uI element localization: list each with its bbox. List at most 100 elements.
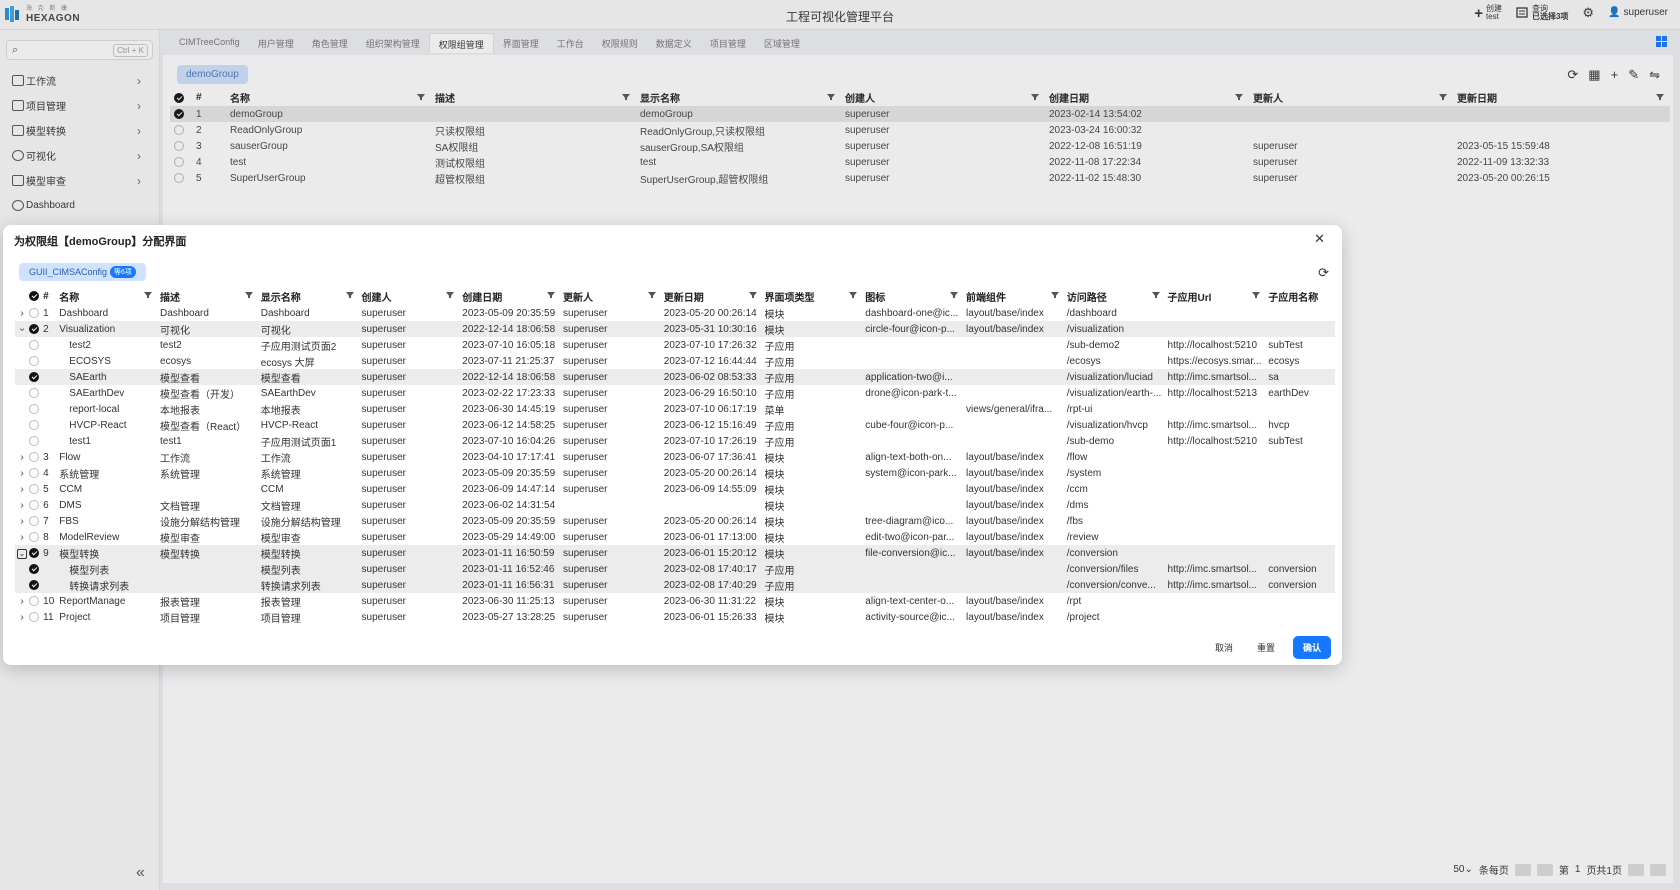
row-expand-toggle[interactable]: › bbox=[15, 449, 27, 465]
col-creator[interactable]: 创建人 bbox=[360, 288, 461, 305]
row-checkbox[interactable] bbox=[27, 609, 41, 625]
table-row[interactable]: › 2 Visualization 可视化 可视化 superuser 2022-12-14… bbox=[15, 321, 1335, 337]
row-checkbox[interactable] bbox=[27, 353, 41, 369]
cell-desc: 模型查看 bbox=[158, 369, 259, 385]
row-checkbox[interactable] bbox=[27, 561, 42, 577]
table-row[interactable]: › 8 ModelReview 模型审查 模型审查 superuser 2023-05-29… bbox=[15, 529, 1335, 545]
col-component[interactable]: 前端组件 bbox=[964, 288, 1065, 305]
cell-url bbox=[1166, 481, 1267, 497]
table-row[interactable]: › 6 DMS 文档管理 文档管理 superuser 2023-06-02 14:31:5… bbox=[15, 497, 1335, 513]
cell-desc: ecosys bbox=[160, 355, 192, 367]
table-row[interactable]: › 1 Dashboard Dashboard Dashboard superuser 20… bbox=[15, 305, 1335, 321]
filter-icon[interactable] bbox=[647, 292, 656, 298]
row-expand-toggle[interactable]: › bbox=[15, 593, 27, 609]
filter-icon[interactable] bbox=[1151, 292, 1160, 298]
filter-icon[interactable] bbox=[748, 292, 757, 298]
cell-app bbox=[1266, 401, 1335, 417]
col-subapp-name[interactable]: 子应用名称 bbox=[1266, 288, 1335, 305]
table-row[interactable]: test1 test1 子应用测试页面1 superuser 2023-07-10 16… bbox=[15, 433, 1335, 449]
filter-icon[interactable] bbox=[144, 292, 153, 298]
table-row[interactable]: report-local 本地报表 本地报表 superuser 2023-06-30 … bbox=[15, 401, 1335, 417]
row-expand-toggle[interactable]: › bbox=[15, 529, 27, 545]
close-icon[interactable]: ✕ bbox=[1314, 231, 1325, 247]
row-checkbox[interactable] bbox=[27, 465, 41, 481]
row-expand-toggle[interactable]: ⌄ bbox=[15, 545, 28, 561]
row-expand-toggle[interactable]: › bbox=[15, 513, 27, 529]
cell-updater bbox=[561, 497, 662, 513]
col-type[interactable]: 界面项类型 bbox=[763, 288, 864, 305]
filter-icon[interactable] bbox=[950, 292, 959, 298]
row-checkbox[interactable] bbox=[27, 529, 41, 545]
table-row[interactable]: test2 test2 子应用测试页面2 superuser 2023-07-10 16… bbox=[15, 337, 1335, 353]
row-checkbox[interactable] bbox=[27, 369, 42, 385]
col-name[interactable]: 名称 bbox=[57, 288, 158, 305]
row-checkbox[interactable] bbox=[27, 545, 42, 561]
cell-desc: 模型审查 bbox=[160, 533, 201, 545]
row-checkbox[interactable] bbox=[27, 337, 41, 353]
filter-icon[interactable] bbox=[849, 292, 858, 298]
table-row[interactable]: › 3 Flow 工作流 工作流 superuser 2023-04-10 17:17:41… bbox=[15, 449, 1335, 465]
row-checkbox[interactable] bbox=[27, 305, 41, 321]
row-checkbox[interactable] bbox=[27, 321, 42, 337]
row-expand-toggle[interactable]: › bbox=[15, 481, 27, 497]
col-desc[interactable]: 描述 bbox=[158, 288, 259, 305]
row-checkbox[interactable] bbox=[27, 417, 41, 433]
cell-path: /visualization/hvcp bbox=[1066, 419, 1148, 431]
row-indent bbox=[15, 577, 28, 593]
row-expand-toggle[interactable]: › bbox=[15, 465, 27, 481]
table-row[interactable]: › 10 ReportManage 报表管理 报表管理 superuser 2023-06-… bbox=[15, 593, 1335, 609]
row-checkbox[interactable] bbox=[27, 513, 41, 529]
row-checkbox[interactable] bbox=[27, 449, 41, 465]
col-updater[interactable]: 更新人 bbox=[561, 288, 662, 305]
col-created[interactable]: 创建日期 bbox=[460, 288, 561, 305]
table-row[interactable]: 转换请求列表 转换请求列表 superuser 2023-01-11 16:56:31… bbox=[15, 577, 1335, 593]
table-row[interactable]: HVCP-React 模型查看（React） HVCP-React superuser… bbox=[15, 417, 1335, 433]
cell-type: 模块 bbox=[764, 533, 785, 545]
cell-updater: superuser bbox=[563, 515, 608, 527]
filter-icon[interactable] bbox=[1252, 292, 1261, 298]
cancel-button[interactable]: 取消 bbox=[1209, 637, 1239, 658]
col-icon[interactable]: 图标 bbox=[863, 288, 964, 305]
row-checkbox[interactable] bbox=[27, 401, 41, 417]
row-checkbox[interactable] bbox=[27, 497, 41, 513]
select-all-checkbox[interactable] bbox=[27, 288, 41, 305]
table-row[interactable]: ⌄ 9 模型转换 模型转换 模型转换 superuser 2023-01-11 16:50:… bbox=[15, 545, 1335, 561]
row-expand-toggle[interactable]: › bbox=[15, 321, 28, 337]
selected-items-tag[interactable]: GUII_CIMSAConfig 等6项 bbox=[19, 263, 146, 281]
filter-icon[interactable] bbox=[1050, 292, 1059, 298]
row-checkbox[interactable] bbox=[27, 593, 41, 609]
row-checkbox[interactable] bbox=[27, 433, 41, 449]
row-checkbox[interactable] bbox=[27, 481, 41, 497]
reset-button[interactable]: 重置 bbox=[1251, 637, 1281, 658]
table-row[interactable]: › 5 CCM CCM superuser 2023-06-09 14:47:14 supe… bbox=[15, 481, 1335, 497]
row-checkbox[interactable] bbox=[27, 385, 41, 401]
filter-icon[interactable] bbox=[446, 292, 455, 298]
cell-app bbox=[1266, 529, 1335, 545]
confirm-button[interactable]: 确认 bbox=[1292, 636, 1331, 659]
filter-icon[interactable] bbox=[244, 292, 253, 298]
filter-icon[interactable] bbox=[547, 292, 556, 298]
table-row[interactable]: › 7 FBS 设施分解结构管理 设施分解结构管理 superuser 2023-05-09… bbox=[15, 513, 1335, 529]
cell-display: 文档管理 bbox=[260, 501, 301, 513]
cell-app bbox=[1266, 513, 1335, 529]
row-expand-toggle[interactable]: › bbox=[15, 497, 27, 513]
cell-comp bbox=[964, 369, 1065, 385]
cell-created: 2023-06-30 14:45:19 bbox=[462, 403, 556, 415]
row-expand-toggle[interactable]: › bbox=[15, 305, 27, 321]
refresh-icon[interactable]: ⟳ bbox=[1318, 265, 1329, 281]
row-expand-toggle[interactable]: › bbox=[15, 609, 27, 625]
table-row[interactable]: 模型列表 模型列表 superuser 2023-01-11 16:52:46 supe… bbox=[15, 561, 1335, 577]
col-path[interactable]: 访问路径 bbox=[1065, 288, 1166, 305]
table-row[interactable]: SAEarth 模型查看 模型查看 superuser 2022-12-14 18:06… bbox=[15, 369, 1335, 385]
table-row[interactable]: › 11 Project 项目管理 项目管理 superuser 2023-05-27 13… bbox=[15, 609, 1335, 625]
cell-creator: superuser bbox=[359, 561, 461, 577]
table-row[interactable]: SAEarthDev 模型查看（开发） SAEarthDev superuser 202… bbox=[15, 385, 1335, 401]
col-display[interactable]: 显示名称 bbox=[259, 288, 360, 305]
filter-icon[interactable] bbox=[345, 292, 354, 298]
table-row[interactable]: › 4 系统管理 系统管理 系统管理 superuser 2023-05-09 20:35:… bbox=[15, 465, 1335, 481]
col-subapp-url[interactable]: 子应用Url bbox=[1166, 288, 1267, 305]
chevron-right-icon: › bbox=[20, 595, 24, 607]
row-checkbox[interactable] bbox=[27, 577, 42, 593]
col-updated[interactable]: 更新日期 bbox=[662, 288, 763, 305]
table-row[interactable]: ECOSYS ecosys ecosys 大屏 superuser 2023-07-11… bbox=[15, 353, 1335, 369]
